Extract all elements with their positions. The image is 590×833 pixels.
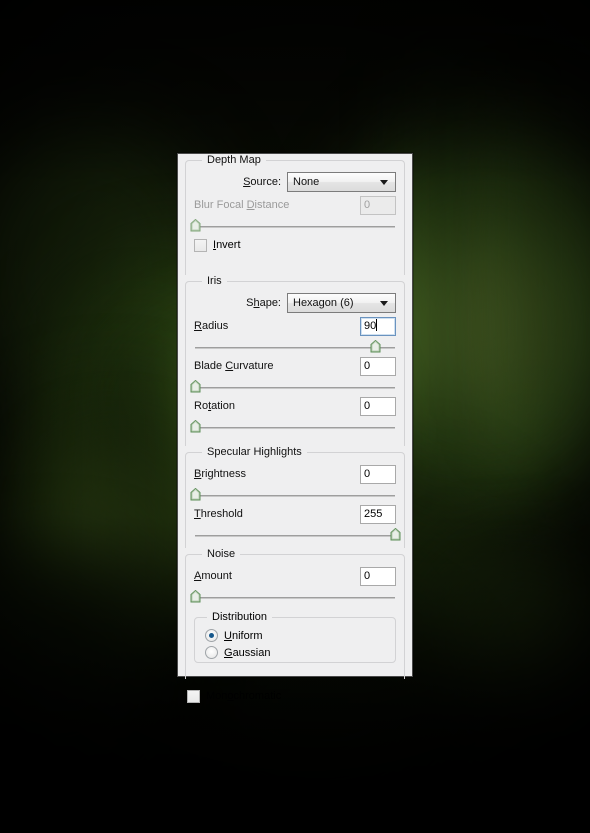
blur-focal-distance-slider[interactable] [190,217,395,232]
group-noise: Noise Amount 0 Distribution Uniform Gaus… [185,548,405,679]
gaussian-label: Gaussian [224,646,271,659]
row-blade-curvature: Blade Curvature 0 [194,355,396,377]
row-shape: Shape: Hexagon (6) [194,292,396,314]
monochromatic-checkbox[interactable] [187,689,200,703]
rotation-input[interactable]: 0 [360,396,396,416]
row-brightness: Brightness 0 [194,463,396,485]
slider-track [195,387,395,389]
slider-track [195,535,395,537]
slider-handle-icon [190,219,201,232]
invert-checkbox[interactable] [194,238,207,252]
group-title-iris: Iris [202,275,227,288]
uniform-label: Uniform [224,629,263,642]
brightness-label: Brightness [194,468,246,480]
threshold-slider[interactable] [195,526,401,541]
radius-input[interactable]: 90 [360,316,396,336]
row-invert[interactable]: Invert [194,234,396,256]
radius-input-value: 90 [364,319,377,332]
group-title-distribution: Distribution [207,611,273,624]
group-depth-map: Depth Map Source: None Blur Focal Distan… [185,154,405,275]
row-radius: Radius 90 [194,315,396,337]
slider-handle[interactable] [190,420,201,433]
blade-curvature-slider[interactable] [190,378,395,393]
blade-curvature-input[interactable]: 0 [360,356,396,376]
shape-dropdown-value: Hexagon (6) [293,297,354,309]
invert-label: Invert [213,239,241,251]
slider-track [195,597,395,599]
slider-handle-icon [190,590,201,603]
slider-track [195,347,395,349]
group-iris: Iris Shape: Hexagon (6) Radius 90 Blade … [185,275,405,446]
source-dropdown-value: None [293,176,320,188]
slider-handle[interactable] [190,219,201,232]
amount-slider[interactable] [190,588,395,603]
slider-handle[interactable] [190,590,201,603]
slider-handle[interactable] [390,528,401,541]
brightness-slider[interactable] [190,486,395,501]
tree-trunk-blob [520,120,550,420]
row-monochromatic[interactable]: Monochromatic [187,685,403,707]
lens-blur-options-panel: Depth Map Source: None Blur Focal Distan… [177,153,413,703]
group-body-iris: Shape: Hexagon (6) Radius 90 Blade Curva… [185,288,405,441]
slider-track [195,226,395,228]
slider-handle[interactable] [190,380,201,393]
slider-handle-icon [190,420,201,433]
group-body-noise: Amount 0 [185,561,405,607]
slider-handle[interactable] [190,488,201,501]
slider-handle-icon [190,488,201,501]
radius-slider[interactable] [195,338,395,353]
brightness-input[interactable]: 0 [360,464,396,484]
slider-track [195,495,395,497]
shape-label: Shape: [246,297,281,309]
group-body-distribution: Uniform Gaussian [194,624,396,667]
rotation-slider[interactable] [190,418,395,433]
chevron-down-icon [380,180,388,185]
row-rotation: Rotation 0 [194,395,396,417]
footer-row: Monochromatic [178,683,412,707]
shape-dropdown[interactable]: Hexagon (6) [287,293,396,313]
radio-row-gaussian[interactable]: Gaussian [205,644,387,661]
source-dropdown[interactable]: None [287,172,396,192]
group-title-depth-map: Depth Map [202,154,266,167]
group-title-noise: Noise [202,548,241,561]
radio-row-uniform[interactable]: Uniform [205,627,387,644]
uniform-radio[interactable] [205,629,218,642]
text-caret [376,318,378,331]
gaussian-radio[interactable] [205,646,218,659]
group-body-specular-highlights: Brightness 0 Threshold 255 [185,459,405,549]
blade-curvature-label: Blade Curvature [194,360,274,372]
foliage-blob [440,560,590,720]
rotation-label: Rotation [194,400,235,412]
slider-handle-icon [390,528,401,541]
row-blur-focal-distance: Blur Focal Distance 0 [194,194,396,216]
tree-trunk-blob [430,60,470,480]
blur-focal-distance-label: Blur Focal Distance [194,199,290,211]
group-specular-highlights: Specular Highlights Brightness 0 Thresho… [185,446,405,548]
row-amount: Amount 0 [194,565,396,587]
group-body-depth-map: Source: None Blur Focal Distance 0 Inver… [185,167,405,262]
radius-label: Radius [194,320,229,332]
source-label-text: ource: [250,176,281,188]
slider-handle-icon [190,380,201,393]
blur-focal-distance-input: 0 [360,195,396,215]
amount-label: Amount [194,570,232,582]
row-source: Source: None [194,171,396,193]
slider-handle[interactable] [370,340,381,353]
amount-input[interactable]: 0 [360,566,396,586]
slider-track [195,427,395,429]
source-label: Source: [243,176,281,188]
chevron-down-icon [380,301,388,306]
group-distribution: Distribution Uniform Gaussian [194,611,396,663]
row-threshold: Threshold 255 [194,503,396,525]
group-title-specular-highlights: Specular Highlights [202,446,307,459]
threshold-input[interactable]: 255 [360,504,396,524]
slider-handle-icon [370,340,381,353]
monochromatic-label: Monochromatic [206,690,282,702]
threshold-label: Threshold [194,508,243,520]
